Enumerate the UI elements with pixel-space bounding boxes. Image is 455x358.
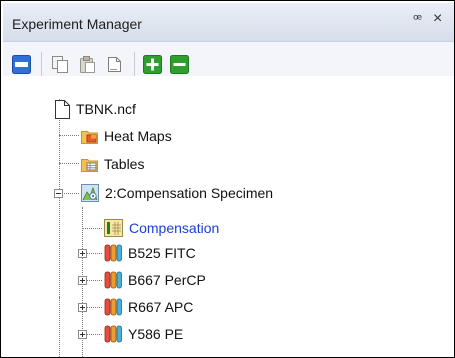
experiment-manager-panel: Experiment Manager ꟹ × TBNK.ncf Heat Map…: [0, 0, 455, 358]
tree-guide: [59, 99, 60, 297]
pin-icon[interactable]: ꟹ: [413, 11, 422, 28]
toolbar-separator: [134, 52, 135, 76]
panel-titlebar: Experiment Manager ꟹ ×: [3, 3, 454, 42]
tree-guide: [82, 228, 102, 229]
tube-icon: [104, 298, 122, 315]
tree-guide: [59, 163, 79, 164]
tree-item-tube[interactable]: B667 PerCP: [104, 268, 206, 292]
toolbar: [3, 42, 454, 76]
expand-toggle[interactable]: [78, 249, 87, 258]
tree-item-tables[interactable]: Tables: [81, 152, 144, 176]
tree-item-label: Y586 PE: [128, 326, 184, 342]
tube-icon: [104, 244, 122, 261]
table-folder-icon: [81, 158, 98, 172]
collapse-toggle[interactable]: [54, 189, 63, 198]
expand-toggle[interactable]: [78, 303, 87, 312]
panel-title: Experiment Manager: [12, 16, 142, 32]
heatmap-folder-icon: [81, 130, 98, 144]
tree-item-tube[interactable]: B525 FITC: [104, 241, 196, 265]
tree-item-label: TBNK.ncf: [76, 101, 136, 117]
tree-guide: [59, 297, 60, 357]
tube-icon: [104, 271, 122, 288]
specimen-icon: [81, 184, 99, 202]
add-icon[interactable]: [143, 55, 162, 74]
compensation-icon: [104, 219, 123, 237]
tree-item-tube[interactable]: Y586 PE: [104, 322, 183, 346]
tree-guide: [59, 135, 79, 136]
tree-item-label: R667 APC: [128, 299, 194, 315]
expand-toggle[interactable]: [78, 330, 87, 339]
new-experiment-icon[interactable]: [12, 55, 31, 74]
close-icon[interactable]: ×: [433, 10, 442, 28]
tube-icon: [104, 325, 122, 342]
tree-item-file[interactable]: TBNK.ncf: [55, 97, 136, 121]
tree-item-label: Compensation: [129, 220, 220, 236]
toolbar-separator: [41, 52, 42, 76]
duplicate-icon[interactable]: [105, 55, 124, 74]
tree-item-label: Tables: [104, 156, 145, 172]
tree-item-label: B667 PerCP: [128, 272, 206, 288]
tree-item-compensation[interactable]: Compensation: [104, 216, 219, 240]
expand-toggle[interactable]: [78, 276, 87, 285]
remove-icon[interactable]: [170, 55, 189, 74]
tree-item-heatmaps[interactable]: Heat Maps: [81, 124, 172, 148]
document-icon: [55, 99, 70, 119]
tree-item-label: B525 FITC: [128, 245, 196, 261]
tree-item-specimen[interactable]: 2:Compensation Specimen: [81, 181, 273, 205]
tree-item-label: 2:Compensation Specimen: [105, 185, 274, 201]
paste-icon[interactable]: [78, 55, 97, 74]
copy-icon[interactable]: [51, 55, 70, 74]
experiment-tree: TBNK.ncf Heat Maps Tables 2:Compensation…: [3, 77, 454, 357]
tree-item-label: Heat Maps: [104, 128, 172, 144]
tree-item-tube[interactable]: R667 APC: [104, 295, 193, 319]
